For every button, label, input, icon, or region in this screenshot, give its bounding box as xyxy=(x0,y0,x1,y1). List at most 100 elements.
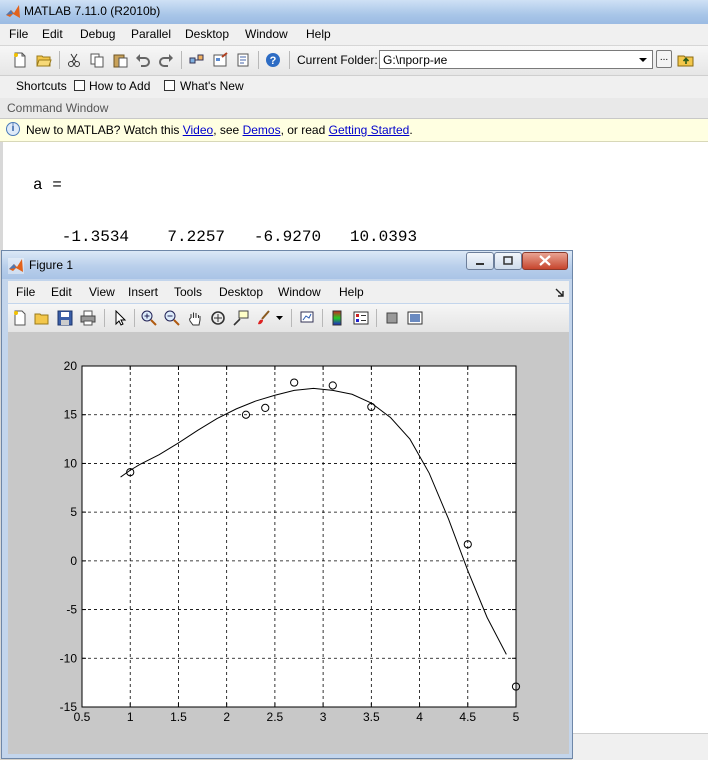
fig-open-button[interactable] xyxy=(33,309,51,327)
scissors-icon xyxy=(68,53,80,67)
figure-title-bar: Figure 1 xyxy=(2,251,572,279)
x-tick-label: 1 xyxy=(127,710,134,724)
demos-link[interactable]: Demos xyxy=(243,123,281,137)
maximize-icon xyxy=(503,256,513,265)
pan-button[interactable] xyxy=(186,309,204,327)
profiler-icon xyxy=(237,53,249,67)
redo-button[interactable] xyxy=(157,51,175,69)
fig-save-button[interactable] xyxy=(56,309,74,327)
minimize-button[interactable] xyxy=(466,252,494,270)
link-plot-button[interactable] xyxy=(298,309,316,327)
current-folder-value: G:\прогр-ие xyxy=(383,53,448,67)
rotate-button[interactable] xyxy=(209,309,227,327)
redo-icon xyxy=(159,54,173,67)
menu-parallel[interactable]: Parallel xyxy=(131,27,171,41)
chevron-down-icon[interactable] xyxy=(636,52,650,67)
toolbar-separator xyxy=(134,309,135,327)
simulink-button[interactable] xyxy=(187,51,205,69)
profiler-button[interactable] xyxy=(234,51,252,69)
getting-started-link[interactable]: Getting Started xyxy=(329,123,410,137)
close-button[interactable] xyxy=(522,252,568,270)
y-tick-label: 10 xyxy=(64,456,78,470)
main-toolbar: ? Current Folder: G:\прогр-ие ... xyxy=(0,46,708,76)
chevron-down-icon[interactable] xyxy=(276,316,284,322)
figure-window[interactable]: Figure 1 File Edit View Insert Tools Des… xyxy=(1,250,573,759)
zoom-in-button[interactable] xyxy=(140,309,158,327)
new-file-button[interactable] xyxy=(11,51,29,69)
fig-menu-file[interactable]: File xyxy=(16,285,35,299)
guide-button[interactable] xyxy=(211,51,229,69)
svg-text:?: ? xyxy=(270,55,277,67)
current-folder-combo[interactable]: G:\прогр-ие xyxy=(379,50,653,69)
undo-button[interactable] xyxy=(134,51,152,69)
data-cursor-button[interactable] xyxy=(232,309,250,327)
plot-axes[interactable]: 0.5 1 1.5 2 2.5 3 3.5 4 4.5 5-15-10-505101520 xyxy=(8,333,569,754)
dock-arrow-icon[interactable] xyxy=(555,288,565,298)
current-folder-label: Current Folder: xyxy=(297,53,378,67)
folder-up-icon[interactable] xyxy=(677,51,695,69)
fig-menu-help[interactable]: Help xyxy=(339,285,364,299)
maximize-button[interactable] xyxy=(494,252,522,270)
link-plot-icon xyxy=(300,311,314,323)
fig-menu-tools[interactable]: Tools xyxy=(174,285,202,299)
x-tick-label: 3 xyxy=(320,710,327,724)
y-tick-label: -15 xyxy=(60,700,78,714)
minimize-icon xyxy=(476,263,484,265)
info-bar: i New to MATLAB? Watch this Video, see D… xyxy=(0,119,708,142)
toolbar-separator xyxy=(376,309,377,327)
open-file-button[interactable] xyxy=(35,51,53,69)
shortcuts-bar: Shortcuts How to Add What's New xyxy=(0,76,708,99)
fig-print-button[interactable] xyxy=(79,309,97,327)
fig-menu-window[interactable]: Window xyxy=(278,285,321,299)
fig-menu-edit[interactable]: Edit xyxy=(51,285,72,299)
guide-icon xyxy=(213,52,228,67)
matlab-logo-icon xyxy=(6,5,20,18)
command-window-header: Command Window xyxy=(0,98,708,119)
figure-canvas[interactable]: 0.5 1 1.5 2 2.5 3 3.5 4 4.5 5 -15 -10 -5 0 5 10 15 20 xyxy=(8,333,569,754)
x-tick-label: 2.5 xyxy=(267,710,284,724)
open-folder-icon xyxy=(34,313,49,325)
simulink-icon xyxy=(189,54,204,64)
colorbar-button[interactable] xyxy=(328,309,346,327)
y-tick-label: -5 xyxy=(66,603,77,617)
menu-window[interactable]: Window xyxy=(245,27,288,41)
browse-folder-button[interactable]: ... xyxy=(656,50,672,68)
help-button[interactable]: ? xyxy=(264,51,282,69)
output-variable-name: a = xyxy=(33,176,62,194)
fig-menu-desktop[interactable]: Desktop xyxy=(219,285,263,299)
y-tick-label: 5 xyxy=(70,505,77,519)
legend-button[interactable] xyxy=(352,309,370,327)
menu-help[interactable]: Help xyxy=(306,27,331,41)
info-suffix: . xyxy=(409,123,413,137)
paste-button[interactable] xyxy=(111,51,129,69)
figure-menu-bar: File Edit View Insert Tools Desktop Wind… xyxy=(8,281,569,303)
menu-debug[interactable]: Debug xyxy=(80,27,115,41)
show-plot-tools-button[interactable] xyxy=(406,309,424,327)
fig-new-button[interactable] xyxy=(11,309,29,327)
status-strip xyxy=(572,733,708,760)
fig-menu-insert[interactable]: Insert xyxy=(128,285,158,299)
y-tick-label: 20 xyxy=(64,359,78,373)
new-file-icon xyxy=(14,52,26,68)
hide-plot-tools-button[interactable] xyxy=(383,309,401,327)
cut-button[interactable] xyxy=(65,51,83,69)
menu-edit[interactable]: Edit xyxy=(42,27,63,41)
menu-desktop[interactable]: Desktop xyxy=(185,27,229,41)
main-title-bar: MATLAB 7.11.0 (R2010b) xyxy=(0,0,708,25)
shortcut-how-to-add[interactable]: How to Add xyxy=(89,79,150,93)
main-menu-bar: File Edit Debug Parallel Desktop Window … xyxy=(0,24,708,46)
open-folder-icon xyxy=(36,55,52,67)
colorbar-icon xyxy=(332,310,342,326)
brush-button[interactable] xyxy=(255,309,273,327)
y-tick-label: 15 xyxy=(64,408,78,422)
figure-toolbar xyxy=(8,304,569,333)
copy-button[interactable] xyxy=(88,51,106,69)
x-tick-label: 3.5 xyxy=(363,710,380,724)
zoom-out-button[interactable] xyxy=(163,309,181,327)
toolbar-separator xyxy=(289,51,290,69)
video-link[interactable]: Video xyxy=(183,123,213,137)
edit-plot-button[interactable] xyxy=(111,309,129,327)
fig-menu-view[interactable]: View xyxy=(89,285,115,299)
menu-file[interactable]: File xyxy=(9,27,28,41)
shortcut-whats-new[interactable]: What's New xyxy=(180,79,244,93)
